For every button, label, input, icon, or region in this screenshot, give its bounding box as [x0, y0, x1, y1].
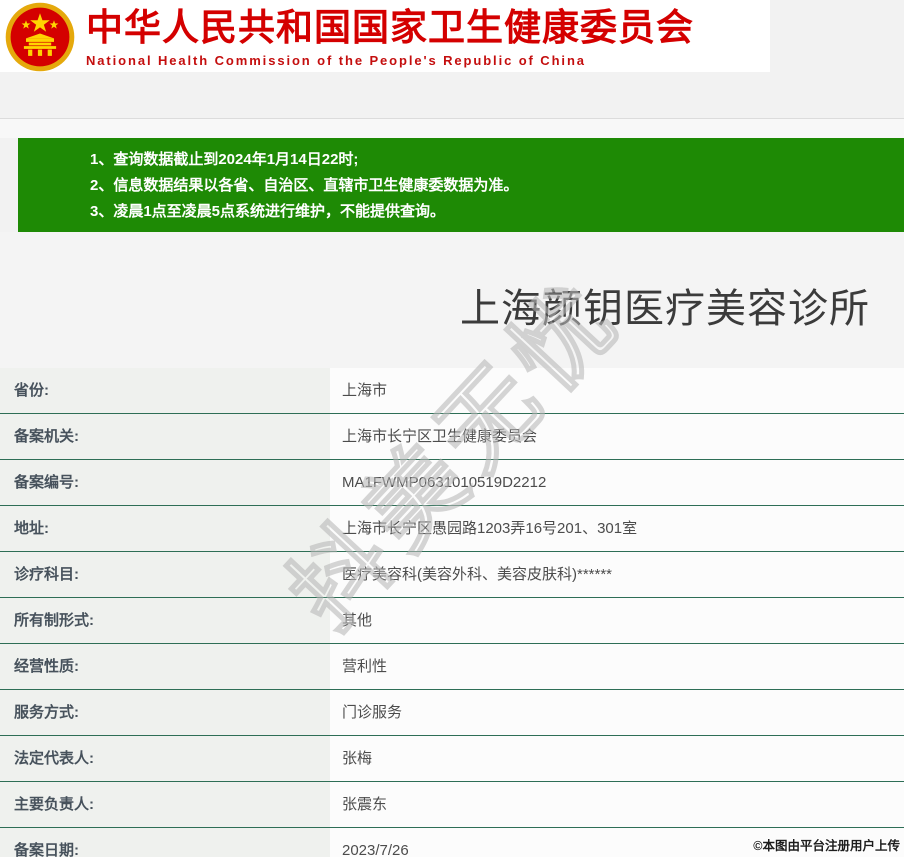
row-label: 备案日期: — [0, 828, 330, 857]
table-row-filing-authority: 备案机关: 上海市长宁区卫生健康委员会 — [0, 414, 904, 460]
site-title-chinese: 中华人民共和国国家卫生健康委员会 — [86, 7, 694, 48]
row-value: 医疗美容科(美容外科、美容皮肤科)****** — [330, 552, 904, 597]
china-national-emblem-icon — [5, 2, 75, 72]
row-value: 营利性 — [330, 644, 904, 689]
row-label: 所有制形式: — [0, 598, 330, 643]
header-lower-band — [0, 72, 904, 118]
table-row-service-mode: 服务方式: 门诊服务 — [0, 690, 904, 736]
row-label: 备案编号: — [0, 460, 330, 505]
row-label: 主要负责人: — [0, 782, 330, 827]
row-label: 备案机关: — [0, 414, 330, 459]
table-row-filing-number: 备案编号: MA1FWMP0631010519D2212 — [0, 460, 904, 506]
row-value: 张震东 — [330, 782, 904, 827]
row-label: 省份: — [0, 368, 330, 413]
nhc-registration-lookup-page: 中华人民共和国国家卫生健康委员会 National Health Commiss… — [0, 0, 904, 857]
row-value: 上海市长宁区卫生健康委员会 — [330, 414, 904, 459]
header-titles: 中华人民共和国国家卫生健康委员会 National Health Commiss… — [86, 7, 766, 69]
table-row-legal-representative: 法定代表人: 张梅 — [0, 736, 904, 782]
notice-line-2: 2、信息数据结果以各省、自治区、直辖市卫生健康委数据为准。 — [90, 177, 519, 194]
row-value: 其他 — [330, 598, 904, 643]
row-label: 法定代表人: — [0, 736, 330, 781]
notice-line-1: 1、查询数据截止到2024年1月14日22时; — [90, 151, 359, 168]
row-label: 经营性质: — [0, 644, 330, 689]
query-notice-box: 1、查询数据截止到2024年1月14日22时; 2、信息数据结果以各省、自治区、… — [18, 138, 904, 232]
registration-info-table: 省份: 上海市 备案机关: 上海市长宁区卫生健康委员会 备案编号: MA1FWM… — [0, 368, 904, 857]
clinic-name-title: 上海颜钥医疗美容诊所 — [460, 287, 870, 331]
row-value: 门诊服务 — [330, 690, 904, 735]
row-label: 地址: — [0, 506, 330, 551]
table-row-ownership-type: 所有制形式: 其他 — [0, 598, 904, 644]
pre-notice-band — [0, 119, 904, 138]
site-header: 中华人民共和国国家卫生健康委员会 National Health Commiss… — [0, 0, 770, 72]
table-row-clinical-departments: 诊疗科目: 医疗美容科(美容外科、美容皮肤科)****** — [0, 552, 904, 598]
notice-line-3: 3、凌晨1点至凌晨5点系统进行维护，不能提供查询。 — [90, 203, 446, 220]
row-value: 上海市 — [330, 368, 904, 413]
table-row-principal-person: 主要负责人: 张震东 — [0, 782, 904, 828]
row-label: 诊疗科目: — [0, 552, 330, 597]
copyright-watermark: ©本图由平台注册用户上传 — [753, 839, 900, 853]
table-row-operating-nature: 经营性质: 营利性 — [0, 644, 904, 690]
site-title-english: National Health Commission of the People… — [86, 53, 586, 68]
table-row-address: 地址: 上海市长宁区愚园路1203弄16号201、301室 — [0, 506, 904, 552]
row-value: 上海市长宁区愚园路1203弄16号201、301室 — [330, 506, 904, 551]
table-row-province: 省份: 上海市 — [0, 368, 904, 414]
row-value: MA1FWMP0631010519D2212 — [330, 460, 904, 505]
result-title-band: 上海颜钥医疗美容诊所 — [0, 232, 904, 368]
row-label: 服务方式: — [0, 690, 330, 735]
row-value: 张梅 — [330, 736, 904, 781]
